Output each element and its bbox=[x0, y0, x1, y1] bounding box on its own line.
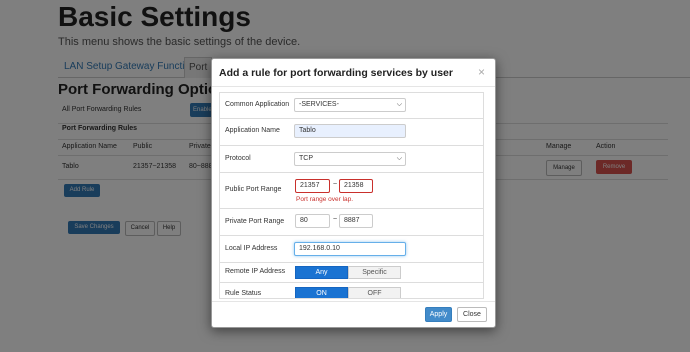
protocol-value: TCP bbox=[299, 155, 313, 162]
dialog-title: Add a rule for port forwarding services … bbox=[219, 67, 453, 79]
application-name-input[interactable]: Tablo bbox=[294, 124, 406, 138]
remote-ip-any-toggle[interactable]: Any bbox=[295, 266, 348, 279]
close-button[interactable]: Close bbox=[457, 307, 487, 322]
rule-status-off-toggle[interactable]: OFF bbox=[348, 287, 401, 298]
row-common-application: Common Application -SERVICES- ⌵ bbox=[220, 93, 483, 119]
common-application-value: -SERVICES- bbox=[299, 101, 339, 108]
protocol-select[interactable]: TCP ⌵ bbox=[294, 152, 406, 166]
remote-ip-specific-toggle[interactable]: Specific bbox=[348, 266, 401, 279]
protocol-label: Protocol bbox=[225, 155, 251, 162]
row-remote-ip: Remote IP Address Any Specific bbox=[220, 262, 483, 283]
remote-ip-label: Remote IP Address bbox=[225, 268, 286, 275]
application-name-label: Application Name bbox=[225, 127, 280, 134]
public-port-separator: ~ bbox=[333, 181, 338, 188]
private-port-label: Private Port Range bbox=[225, 218, 285, 225]
chevron-down-icon: ⌵ bbox=[396, 101, 402, 108]
row-local-ip: Local IP Address 192.168.0.10 bbox=[220, 235, 483, 263]
private-port-separator: ~ bbox=[333, 216, 338, 223]
local-ip-input[interactable]: 192.168.0.10 bbox=[294, 242, 406, 256]
common-application-select[interactable]: -SERVICES- ⌵ bbox=[294, 98, 406, 112]
row-rule-status: Rule Status ON OFF bbox=[220, 282, 483, 298]
rule-status-on-toggle[interactable]: ON bbox=[295, 287, 348, 298]
rule-form: Common Application -SERVICES- ⌵ Applicat… bbox=[219, 92, 484, 299]
add-rule-dialog: Add a rule for port forwarding services … bbox=[211, 58, 496, 328]
rule-status-label: Rule Status bbox=[225, 290, 262, 297]
row-application-name: Application Name Tablo bbox=[220, 118, 483, 146]
footer-divider bbox=[212, 301, 495, 302]
public-port-end-input[interactable]: 21358 bbox=[339, 179, 373, 193]
common-application-label: Common Application bbox=[225, 101, 290, 108]
row-private-port-range: Private Port Range 80 ~ 8887 bbox=[220, 208, 483, 236]
local-ip-label: Local IP Address bbox=[225, 245, 278, 252]
private-port-start-input[interactable]: 80 bbox=[295, 214, 330, 228]
public-port-start-input[interactable]: 21357 bbox=[295, 179, 330, 193]
private-port-end-input[interactable]: 8887 bbox=[339, 214, 373, 228]
public-port-label: Public Port Range bbox=[225, 186, 282, 193]
apply-button[interactable]: Apply bbox=[425, 307, 452, 322]
row-protocol: Protocol TCP ⌵ bbox=[220, 145, 483, 173]
port-range-error: Port range over lap. bbox=[296, 196, 354, 203]
chevron-down-icon: ⌵ bbox=[396, 155, 402, 162]
row-public-port-range: Public Port Range 21357 ~ 21358 Port ran… bbox=[220, 172, 483, 209]
header-divider bbox=[212, 86, 495, 87]
close-icon[interactable]: × bbox=[478, 65, 485, 79]
